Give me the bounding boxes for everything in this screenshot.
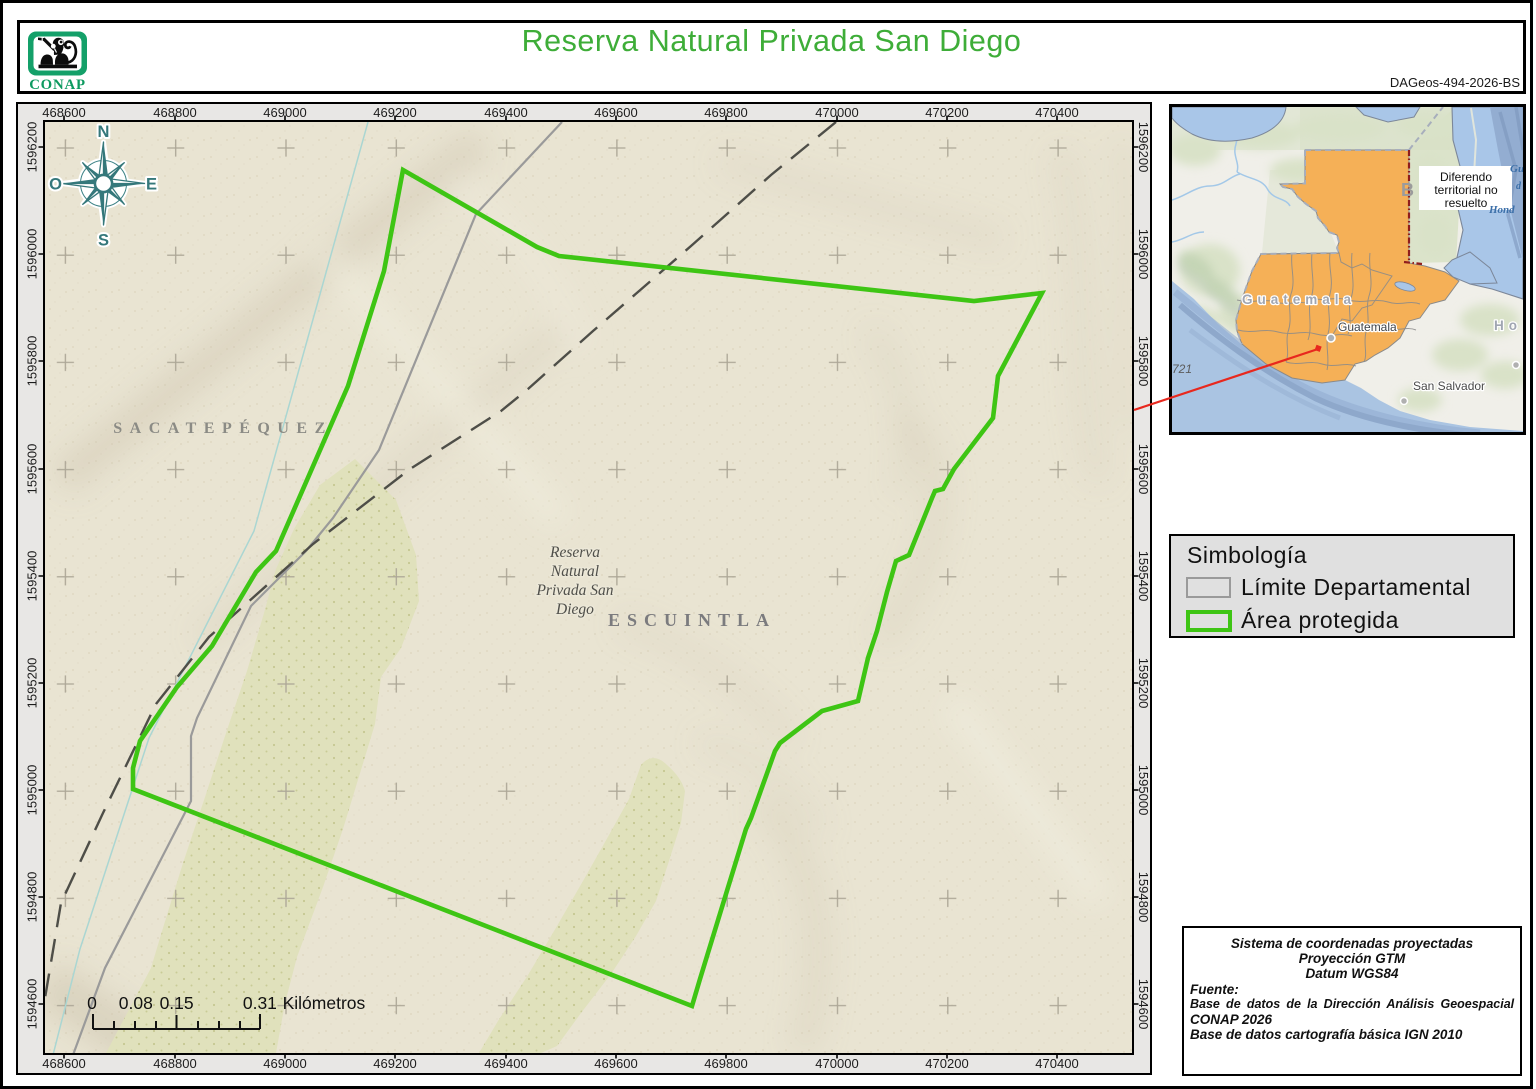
- svg-text:ESCUINTLA: ESCUINTLA: [608, 610, 776, 630]
- svg-text:CONAP: CONAP: [29, 77, 86, 93]
- svg-text:Gu: Gu: [1510, 163, 1523, 175]
- svg-text:E: E: [146, 176, 157, 194]
- svg-text:0: 0: [87, 993, 97, 1013]
- svg-text:0.15: 0.15: [160, 993, 194, 1013]
- svg-text:0.08: 0.08: [119, 993, 153, 1013]
- svg-text:resuelto: resuelto: [1445, 196, 1488, 210]
- svg-text:Diego: Diego: [555, 601, 594, 618]
- svg-text:S: S: [98, 232, 109, 250]
- svg-text:Reserva: Reserva: [549, 544, 600, 561]
- svg-text:0.31: 0.31: [243, 993, 277, 1013]
- svg-text:Natural: Natural: [550, 563, 599, 580]
- svg-text:territorial no: territorial no: [1434, 183, 1498, 197]
- svg-text:Guatemala: Guatemala: [1242, 292, 1356, 307]
- svg-text:Guatemala: Guatemala: [1338, 320, 1397, 334]
- svg-text:721: 721: [1172, 362, 1192, 376]
- svg-text:O: O: [49, 176, 62, 194]
- svg-text:SACATEPÉQUEZ: SACATEPÉQUEZ: [113, 418, 333, 437]
- svg-text:N: N: [98, 123, 110, 141]
- svg-text:Ho: Ho: [1494, 318, 1522, 333]
- svg-text:Kilómetros: Kilómetros: [283, 993, 366, 1013]
- svg-text:San Salvador: San Salvador: [1413, 379, 1485, 393]
- svg-text:Diferendo: Diferendo: [1440, 170, 1492, 184]
- svg-text:B: B: [1401, 180, 1414, 200]
- svg-text:Hond: Hond: [1488, 204, 1515, 216]
- svg-text:Privada San: Privada San: [535, 582, 613, 599]
